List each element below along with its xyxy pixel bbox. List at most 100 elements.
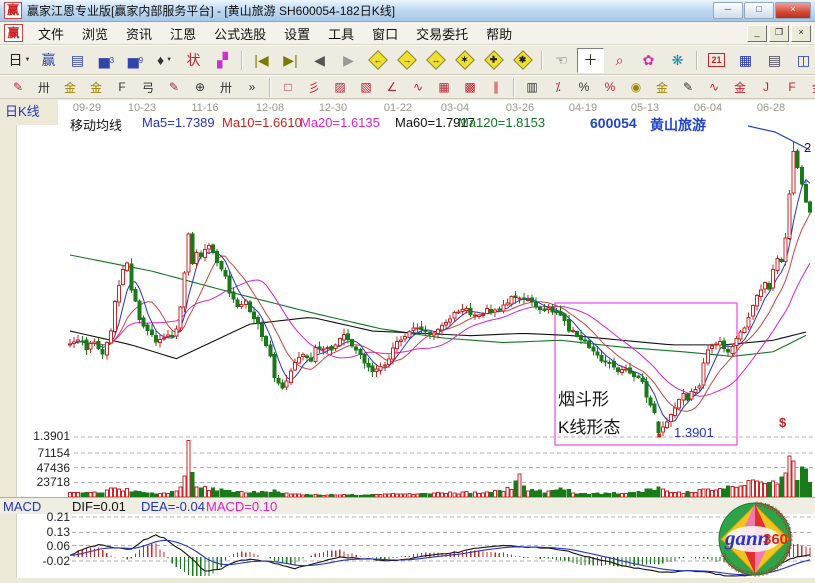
macd-tick-label: 0.13: [18, 525, 70, 539]
angle-line-icon[interactable]: ∠: [380, 77, 404, 98]
date-tick: 03-26: [498, 102, 542, 114]
window-controls: ─□×: [712, 2, 811, 19]
gold-ratio-lines-icon[interactable]: 金: [58, 77, 82, 98]
gold-line-icon[interactable]: 金: [650, 77, 674, 98]
minute-chart-3-icon[interactable]: ▅3: [93, 48, 120, 73]
ma-legend-item: Ma10=1.6610: [222, 115, 302, 130]
compress-horizontal-icon[interactable]: ✶: [451, 48, 478, 73]
save-disk-icon[interactable]: ◫: [790, 48, 815, 73]
parallel-lines-icon[interactable]: ∥: [484, 77, 508, 98]
menu-item[interactable]: 公式选股: [205, 22, 275, 45]
main-toolbar: 日▼赢▤▅3▅9♦▼状▞|◀▶|◀▶←→↔✶✚✱☜＋⌕✿❋21▦▤◫◈▣: [0, 45, 815, 75]
minimize-button[interactable]: ─: [713, 2, 743, 19]
zoom-in-icon[interactable]: ✚: [480, 48, 507, 73]
toolbar-separator: [269, 78, 271, 97]
ma-legend-item: Ma120=1.8153: [458, 115, 545, 130]
kline-pattern-icon[interactable]: 状: [180, 48, 207, 73]
menu-item[interactable]: 工具: [319, 22, 363, 45]
fibonacci-lines-icon[interactable]: F: [110, 77, 134, 98]
logo-360-text: 360: [763, 531, 788, 548]
date-tick: 01-22: [376, 102, 420, 114]
dense-grid-icon[interactable]: ▩: [458, 77, 482, 98]
gold-circle-icon[interactable]: ◉: [624, 77, 648, 98]
percent-icon[interactable]: %: [572, 77, 596, 98]
crosshair-icon[interactable]: ＋: [577, 48, 604, 73]
gold-angle2-icon[interactable]: 金: [806, 77, 815, 98]
menu-item[interactable]: 文件: [29, 22, 73, 45]
pattern-flower-icon[interactable]: ✿: [635, 48, 662, 73]
gold-angle-icon[interactable]: 金: [728, 77, 752, 98]
red-grid-icon[interactable]: ▦: [432, 77, 456, 98]
j-angle-icon[interactable]: J: [754, 77, 778, 98]
wave-line-icon[interactable]: ∿: [406, 77, 430, 98]
pan-hand-icon[interactable]: ☜: [548, 48, 575, 73]
volume-tick-label: 23718: [18, 475, 70, 489]
date-tick: 05-13: [623, 102, 667, 114]
cycle-circle-icon[interactable]: ⊕: [188, 77, 212, 98]
menu-item[interactable]: 资讯: [117, 22, 161, 45]
menu-item[interactable]: 交易委托: [407, 22, 477, 45]
period-day-selector[interactable]: 日▼: [6, 48, 33, 73]
box-fan-icon[interactable]: ▨: [328, 77, 352, 98]
box-grid-icon[interactable]: ▧: [354, 77, 378, 98]
menu-logo-icon: 赢: [4, 24, 23, 42]
gann-lines-icon[interactable]: 卅: [32, 77, 56, 98]
pattern-annotation: 烟斗形 K线形态: [558, 386, 620, 442]
draw-pen-icon[interactable]: ✎: [6, 77, 30, 98]
shift-left-icon[interactable]: ←: [364, 48, 391, 73]
menu-bar-items: 文件浏览资讯江恩公式选股设置工具窗口交易委托帮助: [29, 22, 521, 45]
expand-horizontal-icon[interactable]: ↔: [422, 48, 449, 73]
wave-angle-icon[interactable]: ∿: [702, 77, 726, 98]
child-close-button[interactable]: ×: [791, 25, 811, 42]
time-lines-icon[interactable]: 卅: [214, 77, 238, 98]
minute-chart-9-icon[interactable]: ▅9: [122, 48, 149, 73]
drawing-toolbar: ✎卅金金F弓✎⊕卅»□彡▨▧∠∿▦▩∥▥⁒%%◉金✎∿金JF金神赢四: [0, 75, 815, 99]
dif-value: DIF=0.01: [72, 499, 126, 514]
next-bar-icon[interactable]: ▶: [335, 48, 362, 73]
menu-item[interactable]: 浏览: [73, 22, 117, 45]
f-angle-icon[interactable]: F: [780, 77, 804, 98]
angle-measure-icon[interactable]: ⌕: [606, 48, 633, 73]
stock-code: 600054: [590, 115, 637, 131]
percent-line-icon[interactable]: ⁒: [546, 77, 570, 98]
smart-analysis-icon[interactable]: ❋: [664, 48, 691, 73]
toolbar-separator: [541, 51, 543, 70]
macd-tick-label: 0.21: [18, 510, 70, 524]
toolbar-separator: [241, 51, 243, 70]
annotation-line2: K线形态: [558, 414, 620, 442]
maximize-button[interactable]: □: [744, 2, 774, 19]
shift-right-icon[interactable]: →: [393, 48, 420, 73]
menu-item[interactable]: 窗口: [363, 22, 407, 45]
stock-name: 黄山旅游: [650, 115, 706, 135]
spiral-icon[interactable]: 弓: [136, 77, 160, 98]
prev-bar-icon[interactable]: ◀: [306, 48, 333, 73]
percent-retrace-icon[interactable]: %: [598, 77, 622, 98]
price-ruler-icon[interactable]: ▥: [520, 77, 544, 98]
child-restore-button[interactable]: ❐: [769, 25, 789, 42]
gann360-logo: 234567890123456789012345678901234567890 …: [716, 501, 794, 578]
notepad-icon[interactable]: ▤: [761, 48, 788, 73]
gann-fan-icon[interactable]: 彡: [302, 77, 326, 98]
gold-channel-icon[interactable]: 金: [84, 77, 108, 98]
first-page-icon[interactable]: |◀: [248, 48, 275, 73]
menu-item[interactable]: 设置: [275, 22, 319, 45]
volume-profile-icon[interactable]: ▞: [209, 48, 236, 73]
child-minimize-button[interactable]: _: [747, 25, 767, 42]
last-page-icon[interactable]: ▶|: [277, 48, 304, 73]
candle-style-selector[interactable]: ♦▼: [151, 48, 178, 73]
menu-item[interactable]: 江恩: [161, 22, 205, 45]
calendar-icon[interactable]: 21: [703, 48, 730, 73]
winner-home-icon[interactable]: 赢: [35, 48, 62, 73]
close-button[interactable]: ×: [775, 2, 811, 19]
more-tools-chevron[interactable]: »: [240, 77, 264, 98]
calculator-icon[interactable]: ▦: [732, 48, 759, 73]
pen-angle-icon[interactable]: ✎: [676, 77, 700, 98]
toolbar-separator: [513, 78, 515, 97]
signal-dollar-mark: $: [779, 415, 786, 430]
menu-item[interactable]: 帮助: [477, 22, 521, 45]
zoom-out-icon[interactable]: ✱: [509, 48, 536, 73]
gann-box-icon[interactable]: □: [276, 77, 300, 98]
pen-measure-icon[interactable]: ✎: [162, 77, 186, 98]
app-logo-icon: 赢: [4, 2, 22, 19]
f10-info-icon[interactable]: ▤: [64, 48, 91, 73]
